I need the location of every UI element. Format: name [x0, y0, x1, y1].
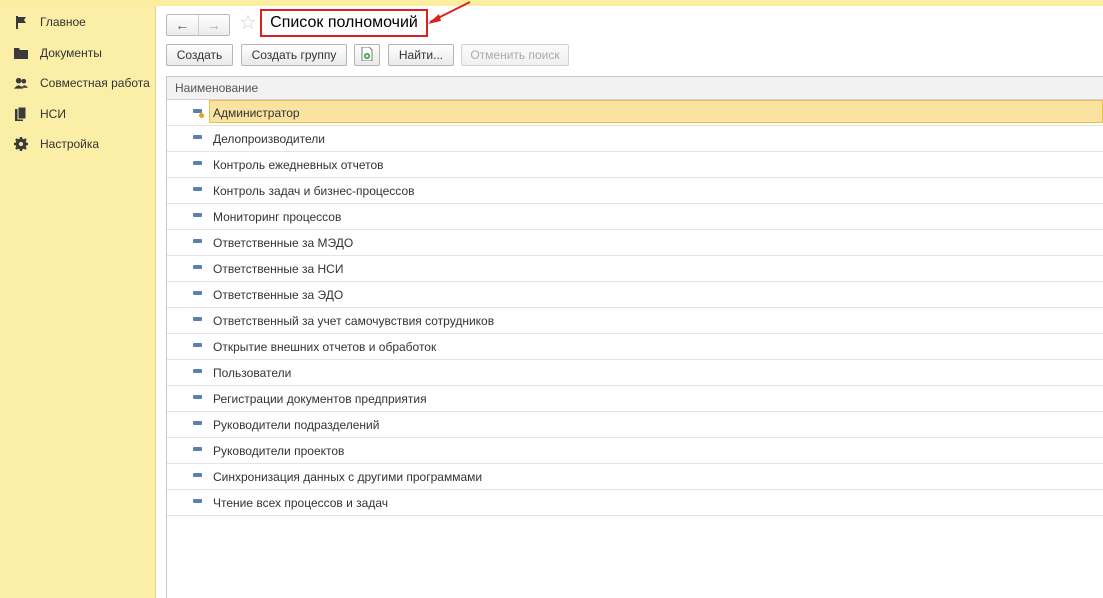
item-icon: [193, 473, 202, 477]
row-label: Чтение всех процессов и задач: [213, 496, 389, 510]
books-icon: [14, 107, 28, 121]
item-icon: [193, 343, 202, 347]
users-icon: [14, 76, 28, 90]
arrow-right-icon: →: [206, 17, 221, 33]
sidebar: Главное Документы Совместная работа НСИ …: [0, 6, 156, 598]
item-icon: [193, 421, 202, 425]
table-row[interactable]: Синхронизация данных с другими программа…: [167, 464, 1103, 490]
selected-cell: [209, 100, 1103, 123]
item-icon: [193, 239, 202, 243]
item-icon: [193, 109, 204, 118]
navigation-buttons: ← →: [166, 14, 230, 36]
find-button[interactable]: Найти...: [388, 44, 454, 66]
page-title-highlight: Список полномочий: [260, 9, 428, 37]
load-button[interactable]: [354, 44, 380, 66]
forward-button[interactable]: →: [197, 15, 230, 35]
item-icon: [193, 161, 202, 165]
table-row[interactable]: Руководители подразделений: [167, 412, 1103, 438]
row-label: Ответственные за ЭДО: [213, 288, 344, 302]
folder-icon: [14, 46, 28, 60]
sidebar-item-label: НСИ: [40, 107, 66, 121]
row-label: Делопроизводители: [213, 132, 325, 146]
gear-icon: [14, 137, 28, 151]
table-row[interactable]: Ответственные за МЭДО: [167, 230, 1103, 256]
document-add-icon: [361, 46, 373, 64]
item-icon: [193, 447, 202, 451]
row-label: Регистрации документов предприятия: [213, 392, 427, 406]
item-icon: [193, 291, 202, 295]
row-label: Руководители подразделений: [213, 418, 380, 432]
create-group-button[interactable]: Создать группу: [241, 44, 347, 66]
table-row[interactable]: Контроль задач и бизнес-процессов: [167, 178, 1103, 204]
column-header-name[interactable]: Наименование: [167, 77, 1103, 100]
arrow-left-icon: ←: [175, 17, 190, 33]
item-icon: [193, 213, 202, 217]
annotation-arrow-icon: [428, 1, 471, 24]
page-title: Список полномочий: [270, 14, 418, 31]
item-icon: [193, 499, 202, 503]
sidebar-item-label: Главное: [40, 15, 86, 29]
table-row[interactable]: Регистрации документов предприятия: [167, 386, 1103, 412]
table-row[interactable]: Ответственные за ЭДО: [167, 282, 1103, 308]
row-label: Контроль ежедневных отчетов: [213, 158, 384, 172]
table-body: Администратор Делопроизводители Контроль е…: [167, 100, 1103, 516]
item-icon: [193, 265, 202, 269]
sidebar-item-documents[interactable]: Документы: [0, 41, 155, 65]
sidebar-item-label: Настройка: [40, 137, 100, 151]
row-label: Открытие внешних отчетов и обработок: [213, 340, 437, 354]
row-label: Мониторинг процессов: [213, 210, 342, 224]
item-icon: [193, 187, 202, 191]
table-row[interactable]: Открытие внешних отчетов и обработок: [167, 334, 1103, 360]
flag-icon: [14, 15, 28, 29]
row-label: Контроль задач и бизнес-процессов: [213, 184, 415, 198]
create-button[interactable]: Создать: [166, 44, 233, 66]
table-row[interactable]: Ответственный за учет самочувствия сотру…: [167, 308, 1103, 334]
sidebar-item-nsi[interactable]: НСИ: [0, 102, 155, 126]
item-icon: [193, 369, 202, 373]
table-row[interactable]: Администратор: [167, 100, 1103, 126]
authorities-table: Наименование Администратор Делопроизводит…: [166, 76, 1103, 598]
main-area: ← → ☆ Список полномочий Создать Создать …: [156, 1, 1103, 598]
row-label: Ответственный за учет самочувствия сотру…: [213, 314, 495, 328]
table-row[interactable]: Ответственные за НСИ: [167, 256, 1103, 282]
row-label: Руководители проектов: [213, 444, 345, 458]
back-button[interactable]: ←: [167, 15, 198, 35]
row-label: Пользователи: [213, 366, 292, 380]
table-row[interactable]: Контроль ежедневных отчетов: [167, 152, 1103, 178]
sidebar-item-collaboration[interactable]: Совместная работа: [0, 71, 155, 95]
row-label: Администратор: [213, 106, 300, 120]
sidebar-item-label: Совместная работа: [40, 76, 150, 90]
item-icon: [193, 317, 202, 321]
sidebar-item-settings[interactable]: Настройка: [0, 132, 155, 156]
table-row[interactable]: Делопроизводители: [167, 126, 1103, 152]
table-row[interactable]: Чтение всех процессов и задач: [167, 490, 1103, 516]
sidebar-item-main[interactable]: Главное: [0, 10, 155, 34]
table-row[interactable]: Мониторинг процессов: [167, 204, 1103, 230]
table-row[interactable]: Пользователи: [167, 360, 1103, 386]
cancel-search-button[interactable]: Отменить поиск: [461, 44, 569, 66]
row-label: Синхронизация данных с другими программа…: [213, 470, 483, 484]
table-row[interactable]: Руководители проектов: [167, 438, 1103, 464]
item-icon: [193, 395, 202, 399]
row-label: Ответственные за НСИ: [213, 262, 344, 276]
column-header-label: Наименование: [175, 81, 259, 95]
sidebar-item-label: Документы: [40, 46, 102, 60]
star-icon[interactable]: ☆: [239, 12, 261, 34]
row-label: Ответственные за МЭДО: [213, 236, 354, 250]
item-icon: [193, 135, 202, 139]
